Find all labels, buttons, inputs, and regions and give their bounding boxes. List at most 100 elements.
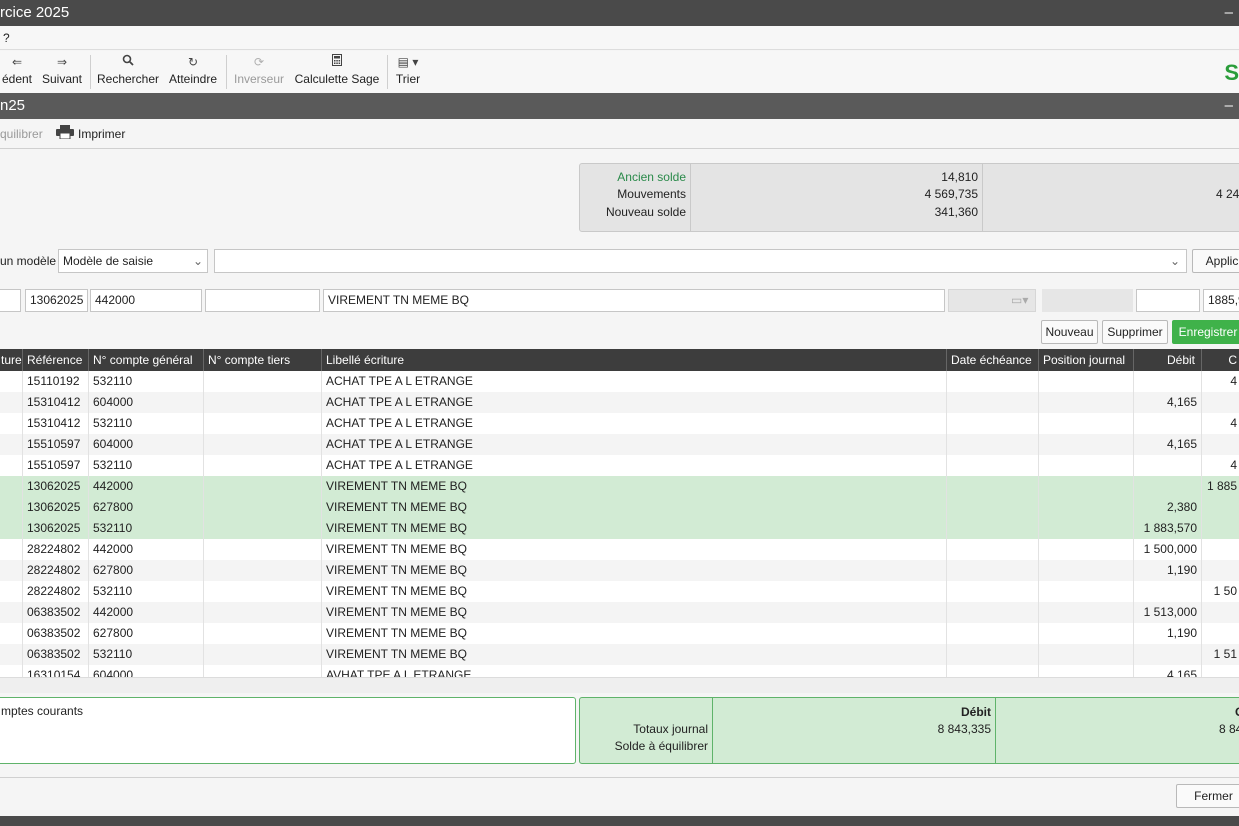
- cell-credit: [1202, 665, 1239, 677]
- cell-piece: [0, 455, 23, 476]
- cell-reference: 13062025: [23, 497, 89, 518]
- entry-due-date-field[interactable]: ▭▾: [948, 289, 1036, 312]
- goto-button[interactable]: ↻ Atteindre: [164, 51, 222, 93]
- save-button[interactable]: Enregistrer: [1172, 320, 1239, 344]
- invert-button[interactable]: ⟳ Inverseur: [231, 51, 287, 93]
- table-row[interactable]: 15110192 532110 ACHAT TPE A L ETRANGE 4: [0, 371, 1239, 392]
- cell-debit: [1134, 476, 1202, 497]
- journal-totals-panel: Totaux journal Solde à équilibrer Débit …: [579, 697, 1239, 764]
- col-header-piece[interactable]: ture: [0, 349, 23, 371]
- search-button[interactable]: Rechercher: [95, 51, 161, 93]
- sage-logo: S: [1224, 60, 1239, 85]
- table-row[interactable]: 16310154 604000 AVHAT TPE A L ETRANGE 4,165: [0, 665, 1239, 677]
- toolbar-separator: [90, 55, 91, 89]
- calculator-button[interactable]: Calculette Sage: [291, 51, 383, 93]
- table-row[interactable]: 15510597 532110 ACHAT TPE A L ETRANGE 4: [0, 455, 1239, 476]
- cell-account: 532110: [89, 644, 204, 665]
- cell-piece: [0, 434, 23, 455]
- col-header-due-date[interactable]: Date échéance: [947, 349, 1039, 371]
- cell-position: [1039, 644, 1134, 665]
- print-button[interactable]: Imprimer: [56, 119, 125, 150]
- cell-debit: 1,190: [1134, 623, 1202, 644]
- table-row[interactable]: 13062025 627800 VIREMENT TN MEME BQ 2,380: [0, 497, 1239, 518]
- previous-button[interactable]: ⇐ édent: [0, 51, 34, 93]
- entry-piece-field[interactable]: [0, 289, 21, 312]
- cell-credit: [1202, 392, 1239, 413]
- entry-reference-field[interactable]: 13062025: [25, 289, 88, 312]
- table-row[interactable]: 15510597 604000 ACHAT TPE A L ETRANGE 4,165: [0, 434, 1239, 455]
- cell-third-party: [204, 476, 322, 497]
- cell-third-party: [204, 602, 322, 623]
- minimize-button[interactable]: –: [1225, 0, 1233, 26]
- table-row[interactable]: 06383502 442000 VIREMENT TN MEME BQ 1 513,0…: [0, 602, 1239, 623]
- table-row[interactable]: 06383502 532110 VIREMENT TN MEME BQ 1 51: [0, 644, 1239, 665]
- cell-reference: 06383502: [23, 644, 89, 665]
- cell-credit: [1202, 497, 1239, 518]
- entry-account-field[interactable]: 442000: [90, 289, 202, 312]
- old-balance-label: Ancien solde: [617, 170, 686, 184]
- cell-label: VIREMENT TN MEME BQ: [322, 476, 947, 497]
- sort-button[interactable]: ▤ ▾ Trier: [392, 51, 424, 93]
- menu-help[interactable]: ?: [3, 31, 10, 45]
- journal-minimize-button[interactable]: –: [1225, 93, 1233, 119]
- cell-credit: 4: [1202, 413, 1239, 434]
- col-header-label[interactable]: Libellé écriture: [322, 349, 947, 371]
- cell-piece: [0, 623, 23, 644]
- cell-debit: [1134, 371, 1202, 392]
- cell-label: VIREMENT TN MEME BQ: [322, 581, 947, 602]
- grid-header: ture Référence N° compte général N° comp…: [0, 349, 1239, 371]
- cell-credit: 1 885: [1202, 476, 1239, 497]
- close-button[interactable]: Fermer: [1176, 784, 1239, 808]
- table-row[interactable]: 15310412 532110 ACHAT TPE A L ETRANGE 4: [0, 413, 1239, 434]
- calculator-icon: [291, 51, 383, 71]
- table-row[interactable]: 28224802 627800 VIREMENT TN MEME BQ 1,190: [0, 560, 1239, 581]
- cell-label: ACHAT TPE A L ETRANGE: [322, 392, 947, 413]
- table-row[interactable]: 15310412 604000 ACHAT TPE A L ETRANGE 4,165: [0, 392, 1239, 413]
- model-select[interactable]: Modèle de saisie ⌄: [58, 249, 208, 273]
- cell-reference: 16310154: [23, 665, 89, 677]
- next-button[interactable]: ⇒ Suivant: [38, 51, 86, 93]
- table-row[interactable]: 13062025 442000 VIREMENT TN MEME BQ 1 885: [0, 476, 1239, 497]
- account-info-label: mptes courants: [1, 704, 84, 718]
- totals-credit-header: C: [1235, 704, 1239, 721]
- cell-account: 442000: [89, 602, 204, 623]
- col-header-third-party[interactable]: N° compte tiers: [204, 349, 322, 371]
- table-row[interactable]: 28224802 442000 VIREMENT TN MEME BQ 1 500,0…: [0, 539, 1239, 560]
- balance-button[interactable]: quilibrer: [0, 119, 43, 149]
- col-header-position[interactable]: Position journal: [1039, 349, 1134, 371]
- movements-credit-value: 4 24: [1216, 187, 1239, 201]
- entry-label-field[interactable]: VIREMENT TN MEME BQ: [323, 289, 945, 312]
- table-row[interactable]: 06383502 627800 VIREMENT TN MEME BQ 1,190: [0, 623, 1239, 644]
- table-row[interactable]: 13062025 532110 VIREMENT TN MEME BQ 1 883,5…: [0, 518, 1239, 539]
- col-header-credit[interactable]: C: [1202, 349, 1239, 371]
- entry-debit-field[interactable]: [1136, 289, 1200, 312]
- cell-position: [1039, 623, 1134, 644]
- cell-piece: [0, 602, 23, 623]
- chevron-down-icon: ⌄: [1169, 254, 1180, 268]
- model-row: un modèle Modèle de saisie ⌄ ⌄ Applic: [0, 248, 1239, 274]
- cell-credit: 1 51: [1202, 644, 1239, 665]
- cell-credit: [1202, 623, 1239, 644]
- new-button[interactable]: Nouveau: [1041, 320, 1098, 344]
- cell-credit: [1202, 560, 1239, 581]
- col-header-debit[interactable]: Débit: [1134, 349, 1202, 371]
- cell-due-date: [947, 665, 1039, 677]
- cell-third-party: [204, 455, 322, 476]
- cell-third-party: [204, 644, 322, 665]
- model-combobox[interactable]: ⌄: [214, 249, 1187, 273]
- entry-third-party-field[interactable]: [205, 289, 320, 312]
- cell-label: VIREMENT TN MEME BQ: [322, 497, 947, 518]
- delete-button[interactable]: Supprimer: [1102, 320, 1168, 344]
- cell-account: 532110: [89, 581, 204, 602]
- col-header-account[interactable]: N° compte général: [89, 349, 204, 371]
- col-header-reference[interactable]: Référence: [23, 349, 89, 371]
- cell-account: 627800: [89, 497, 204, 518]
- entry-credit-field[interactable]: 1885,9: [1203, 289, 1239, 312]
- cell-due-date: [947, 581, 1039, 602]
- cell-piece: [0, 413, 23, 434]
- apply-button[interactable]: Applic: [1192, 249, 1239, 273]
- cell-label: VIREMENT TN MEME BQ: [322, 623, 947, 644]
- table-row[interactable]: 28224802 532110 VIREMENT TN MEME BQ 1 50: [0, 581, 1239, 602]
- horizontal-scrollbar[interactable]: [0, 677, 1239, 693]
- cell-position: [1039, 560, 1134, 581]
